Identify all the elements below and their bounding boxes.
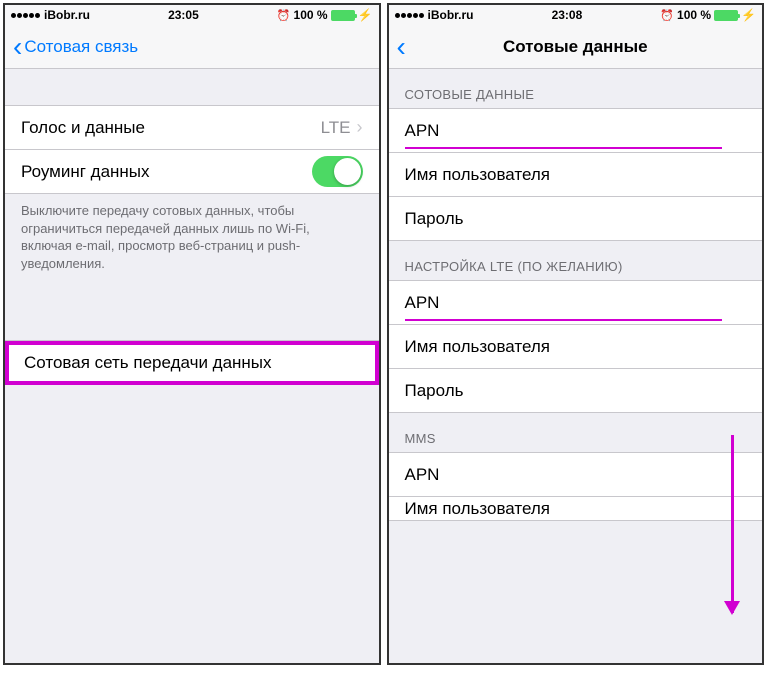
- row-password[interactable]: Пароль: [389, 197, 763, 241]
- row-label: Имя пользователя: [405, 165, 551, 185]
- battery-icon: [331, 10, 355, 21]
- back-chevron-icon[interactable]: ‹: [13, 33, 22, 61]
- carrier-label: iBobr.ru: [428, 8, 474, 22]
- signal-icon: [395, 13, 424, 18]
- charging-icon: ⚡: [358, 8, 373, 22]
- battery-percent: 100 %: [677, 8, 711, 22]
- row-apn[interactable]: APN: [389, 281, 763, 325]
- alarm-icon: ⏰: [277, 9, 291, 22]
- highlight-underline: [405, 319, 723, 321]
- back-button[interactable]: Сотовая связь: [24, 37, 138, 57]
- scroll-arrow-icon: [731, 435, 734, 613]
- section-header-mms: MMS: [389, 413, 763, 452]
- charging-icon: ⚡: [741, 8, 756, 22]
- row-cellular-network[interactable]: Сотовая сеть передачи данных: [5, 341, 379, 385]
- status-bar: iBobr.ru 23:08 ⏰ 100 % ⚡: [389, 5, 763, 25]
- row-voice-data[interactable]: Голос и данные LTE ›: [5, 106, 379, 150]
- status-bar: iBobr.ru 23:05 ⏰ 100 % ⚡: [5, 5, 379, 25]
- roaming-toggle[interactable]: [312, 156, 363, 187]
- footer-note: Выключите передачу сотовых данных, чтобы…: [5, 194, 379, 288]
- nav-bar: ‹ Сотовая связь: [5, 25, 379, 69]
- alarm-icon: ⏰: [660, 9, 674, 22]
- row-label: APN: [405, 121, 440, 141]
- chevron-right-icon: ›: [357, 117, 363, 138]
- row-label: Роуминг данных: [21, 162, 150, 182]
- nav-title: Сотовые данные: [389, 37, 763, 57]
- phone-left: iBobr.ru 23:05 ⏰ 100 % ⚡ ‹ Сотовая связь…: [3, 3, 381, 665]
- carrier-label: iBobr.ru: [44, 8, 90, 22]
- row-value: LTE: [321, 118, 351, 138]
- signal-icon: [11, 13, 40, 18]
- row-label: APN: [405, 293, 440, 313]
- row-username[interactable]: Имя пользователя: [389, 497, 763, 521]
- row-label: Голос и данные: [21, 118, 145, 138]
- row-label: APN: [405, 465, 440, 485]
- row-username[interactable]: Имя пользователя: [389, 153, 763, 197]
- row-apn[interactable]: APN: [389, 109, 763, 153]
- nav-bar: ‹ Сотовые данные: [389, 25, 763, 69]
- row-label: Имя пользователя: [405, 337, 551, 357]
- row-username[interactable]: Имя пользователя: [389, 325, 763, 369]
- clock-label: 23:05: [168, 8, 199, 22]
- highlight-underline: [405, 147, 723, 149]
- battery-icon: [714, 10, 738, 21]
- clock-label: 23:08: [552, 8, 583, 22]
- row-label: Имя пользователя: [405, 499, 551, 519]
- battery-percent: 100 %: [294, 8, 328, 22]
- row-label: Пароль: [405, 381, 464, 401]
- row-label: Сотовая сеть передачи данных: [24, 353, 272, 373]
- section-header-lte: НАСТРОЙКА LTE (ПО ЖЕЛАНИЮ): [389, 241, 763, 280]
- row-data-roaming[interactable]: Роуминг данных: [5, 150, 379, 194]
- back-chevron-icon[interactable]: ‹: [397, 33, 406, 61]
- row-apn[interactable]: APN: [389, 453, 763, 497]
- phone-right: iBobr.ru 23:08 ⏰ 100 % ⚡ ‹ Сотовые данны…: [387, 3, 765, 665]
- row-label: Пароль: [405, 209, 464, 229]
- row-password[interactable]: Пароль: [389, 369, 763, 413]
- section-header-cellular: СОТОВЫЕ ДАННЫЕ: [389, 69, 763, 108]
